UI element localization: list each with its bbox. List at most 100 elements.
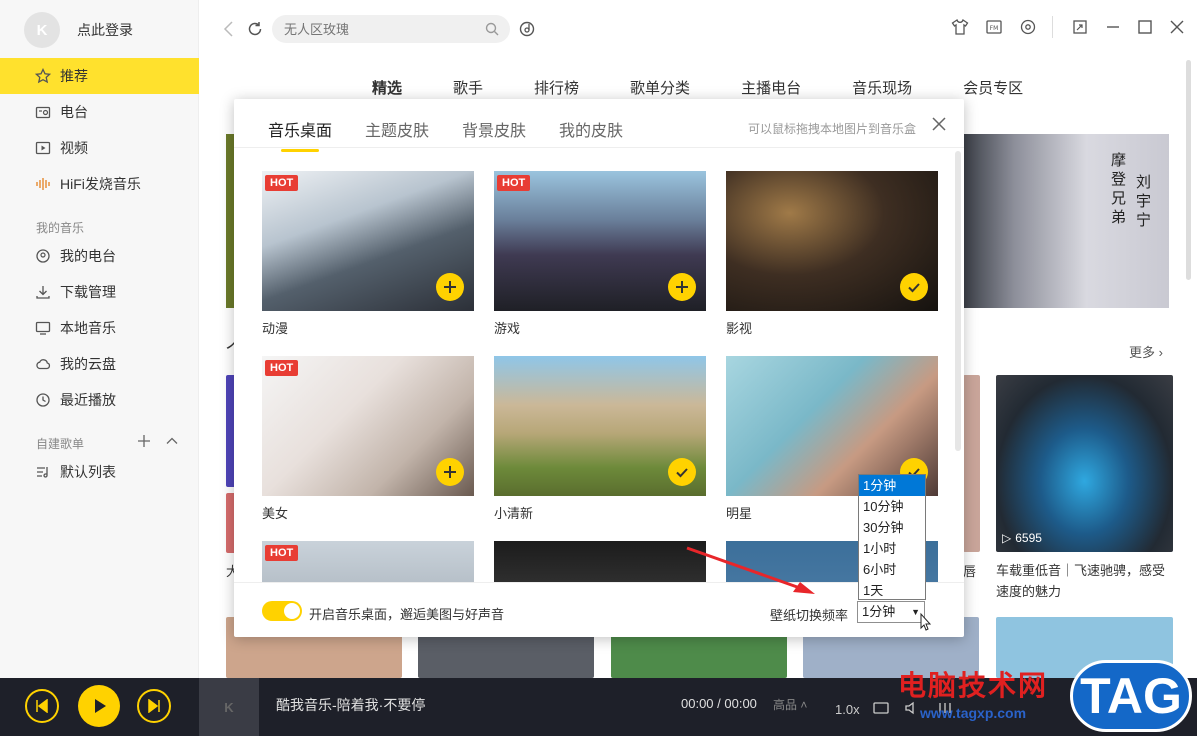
- add-icon[interactable]: [436, 458, 464, 486]
- sidebar-item-radio[interactable]: 电台: [0, 94, 199, 130]
- frequency-option[interactable]: 6小时: [859, 559, 925, 580]
- wallpaper-card-fresh[interactable]: 小清新: [494, 356, 706, 521]
- playlist-icon: [34, 463, 52, 481]
- wallpaper-card-beauty[interactable]: HOT 美女: [262, 356, 474, 521]
- wallpaper-name: 游戏: [494, 321, 521, 336]
- album-cover[interactable]: K: [199, 678, 259, 736]
- collapse-chevron-icon[interactable]: [165, 434, 179, 448]
- login-link[interactable]: 点此登录: [77, 20, 133, 40]
- divider: [234, 582, 964, 583]
- tab-singers[interactable]: 歌手: [453, 77, 483, 98]
- sidebar-item-recommend[interactable]: 推荐: [0, 58, 199, 94]
- skin-shirt-icon[interactable]: [951, 18, 969, 39]
- sidebar-item-default-list[interactable]: 默认列表: [0, 454, 199, 490]
- next-track-icon[interactable]: [137, 689, 171, 723]
- close-window-icon[interactable]: [1168, 18, 1186, 39]
- previous-track-icon[interactable]: [25, 689, 59, 723]
- sidebar-item-label: 电台: [60, 104, 88, 120]
- car-playlist-title[interactable]: 车载重低音｜飞速驰骋，感受速度的魅力: [996, 560, 1171, 602]
- tab-music-desktop[interactable]: 音乐桌面: [268, 117, 332, 152]
- back-arrow-icon[interactable]: [222, 20, 236, 38]
- wallpaper-name: 影视: [726, 321, 753, 336]
- frequency-option[interactable]: 30分钟: [859, 517, 925, 538]
- tab-playlist-categories[interactable]: 歌单分类: [630, 77, 690, 98]
- frequency-option[interactable]: 10分钟: [859, 496, 925, 517]
- hifi-wave-icon: [34, 175, 52, 193]
- quality-label: 高品: [773, 698, 798, 712]
- wallpaper-thumb[interactable]: [726, 171, 938, 311]
- more-link[interactable]: 更多 ›: [1129, 342, 1163, 361]
- wallpaper-card-game[interactable]: HOT 游戏: [494, 171, 706, 336]
- tab-anchor-radio[interactable]: 主播电台: [741, 77, 801, 98]
- tab-my-skin[interactable]: 我的皮肤: [559, 117, 623, 141]
- check-icon[interactable]: [900, 273, 928, 301]
- recognize-music-icon[interactable]: [518, 20, 536, 38]
- frequency-select[interactable]: 1分钟 ▼: [857, 601, 925, 623]
- search-icon[interactable]: [484, 21, 500, 37]
- sidebar-item-recent[interactable]: 最近播放: [0, 382, 199, 418]
- quality-select[interactable]: 高品 ˄: [773, 696, 807, 713]
- sidebar-item-label: 下载管理: [60, 284, 116, 300]
- wallpaper-thumb[interactable]: HOT: [262, 541, 474, 582]
- add-icon[interactable]: [436, 273, 464, 301]
- search-bar[interactable]: [272, 15, 510, 43]
- dialog-scrollbar[interactable]: [955, 151, 961, 451]
- mini-mode-icon[interactable]: [1071, 18, 1089, 39]
- maximize-icon[interactable]: [1136, 18, 1154, 39]
- section-playlists: 自建歌单: [36, 437, 85, 451]
- song-title[interactable]: 酷我音乐-陪着我·不要停: [276, 695, 425, 715]
- hot-badge: HOT: [497, 175, 531, 191]
- avatar[interactable]: K: [24, 12, 60, 48]
- sidebar-item-cloud[interactable]: 我的云盘: [0, 346, 199, 382]
- minimize-icon[interactable]: [1104, 18, 1122, 39]
- thumb-right-a[interactable]: [963, 375, 980, 552]
- refresh-icon[interactable]: [246, 20, 264, 38]
- close-icon[interactable]: [930, 115, 948, 133]
- loop-icon[interactable]: [872, 700, 890, 716]
- wallpaper-thumb[interactable]: [494, 541, 706, 582]
- play-button[interactable]: [78, 685, 120, 727]
- wallpaper-card-7[interactable]: HOT: [262, 541, 474, 582]
- tab-vip[interactable]: 会员专区: [963, 77, 1023, 98]
- tab-live-music[interactable]: 音乐现场: [852, 77, 912, 98]
- tab-background-skin[interactable]: 背景皮肤: [462, 117, 526, 141]
- settings-gear-icon[interactable]: [1019, 18, 1037, 39]
- search-input[interactable]: [284, 21, 474, 37]
- skin-dialog: 音乐桌面 主题皮肤 背景皮肤 我的皮肤 可以鼠标拖拽本地图片到音乐盒 HOT 动…: [234, 99, 964, 637]
- clock-icon: [34, 391, 52, 409]
- wallpaper-thumb[interactable]: HOT: [494, 171, 706, 311]
- music-desktop-toggle[interactable]: [262, 601, 302, 621]
- sidebar-item-video[interactable]: 视频: [0, 130, 199, 166]
- frequency-option[interactable]: 1小时: [859, 538, 925, 559]
- wallpaper-name: 小清新: [494, 506, 534, 521]
- tab-theme-skin[interactable]: 主题皮肤: [365, 117, 429, 141]
- sidebar-item-hifi[interactable]: HiFi发烧音乐: [0, 166, 199, 202]
- banner-image[interactable]: 摩登兄弟 刘宇宁: [963, 134, 1169, 308]
- login-area[interactable]: K 点此登录: [24, 12, 133, 48]
- speed-control[interactable]: 1.0x: [835, 702, 860, 717]
- car-playlist-cover[interactable]: [996, 375, 1173, 552]
- wallpaper-card-film[interactable]: 影视: [726, 171, 938, 336]
- wallpaper-thumb[interactable]: HOT: [262, 356, 474, 496]
- add-playlist-icon[interactable]: [137, 434, 151, 448]
- sidebar-item-label: 推荐: [60, 68, 88, 84]
- wallpaper-thumb[interactable]: HOT: [262, 171, 474, 311]
- tab-charts[interactable]: 排行榜: [534, 77, 579, 98]
- frequency-option[interactable]: 1天: [859, 580, 925, 601]
- wallpaper-thumb[interactable]: [494, 356, 706, 496]
- hot-badge: HOT: [265, 175, 299, 191]
- frequency-option[interactable]: 1分钟: [859, 475, 925, 496]
- main-scrollbar[interactable]: [1186, 60, 1191, 280]
- watermark-site: 电脑技术网: [898, 670, 1049, 701]
- add-icon[interactable]: [668, 273, 696, 301]
- wallpaper-card-anime[interactable]: HOT 动漫: [262, 171, 474, 336]
- tab-featured[interactable]: 精选: [372, 77, 402, 98]
- wallpaper-card-8[interactable]: [494, 541, 706, 582]
- sidebar-item-local[interactable]: 本地音乐: [0, 310, 199, 346]
- check-icon[interactable]: [668, 458, 696, 486]
- fm-radio-icon[interactable]: FM: [985, 18, 1003, 39]
- divider: [1052, 16, 1053, 38]
- hot-badge: HOT: [265, 545, 299, 561]
- sidebar-item-my-radio[interactable]: 我的电台: [0, 238, 199, 274]
- sidebar-item-download[interactable]: 下载管理: [0, 274, 199, 310]
